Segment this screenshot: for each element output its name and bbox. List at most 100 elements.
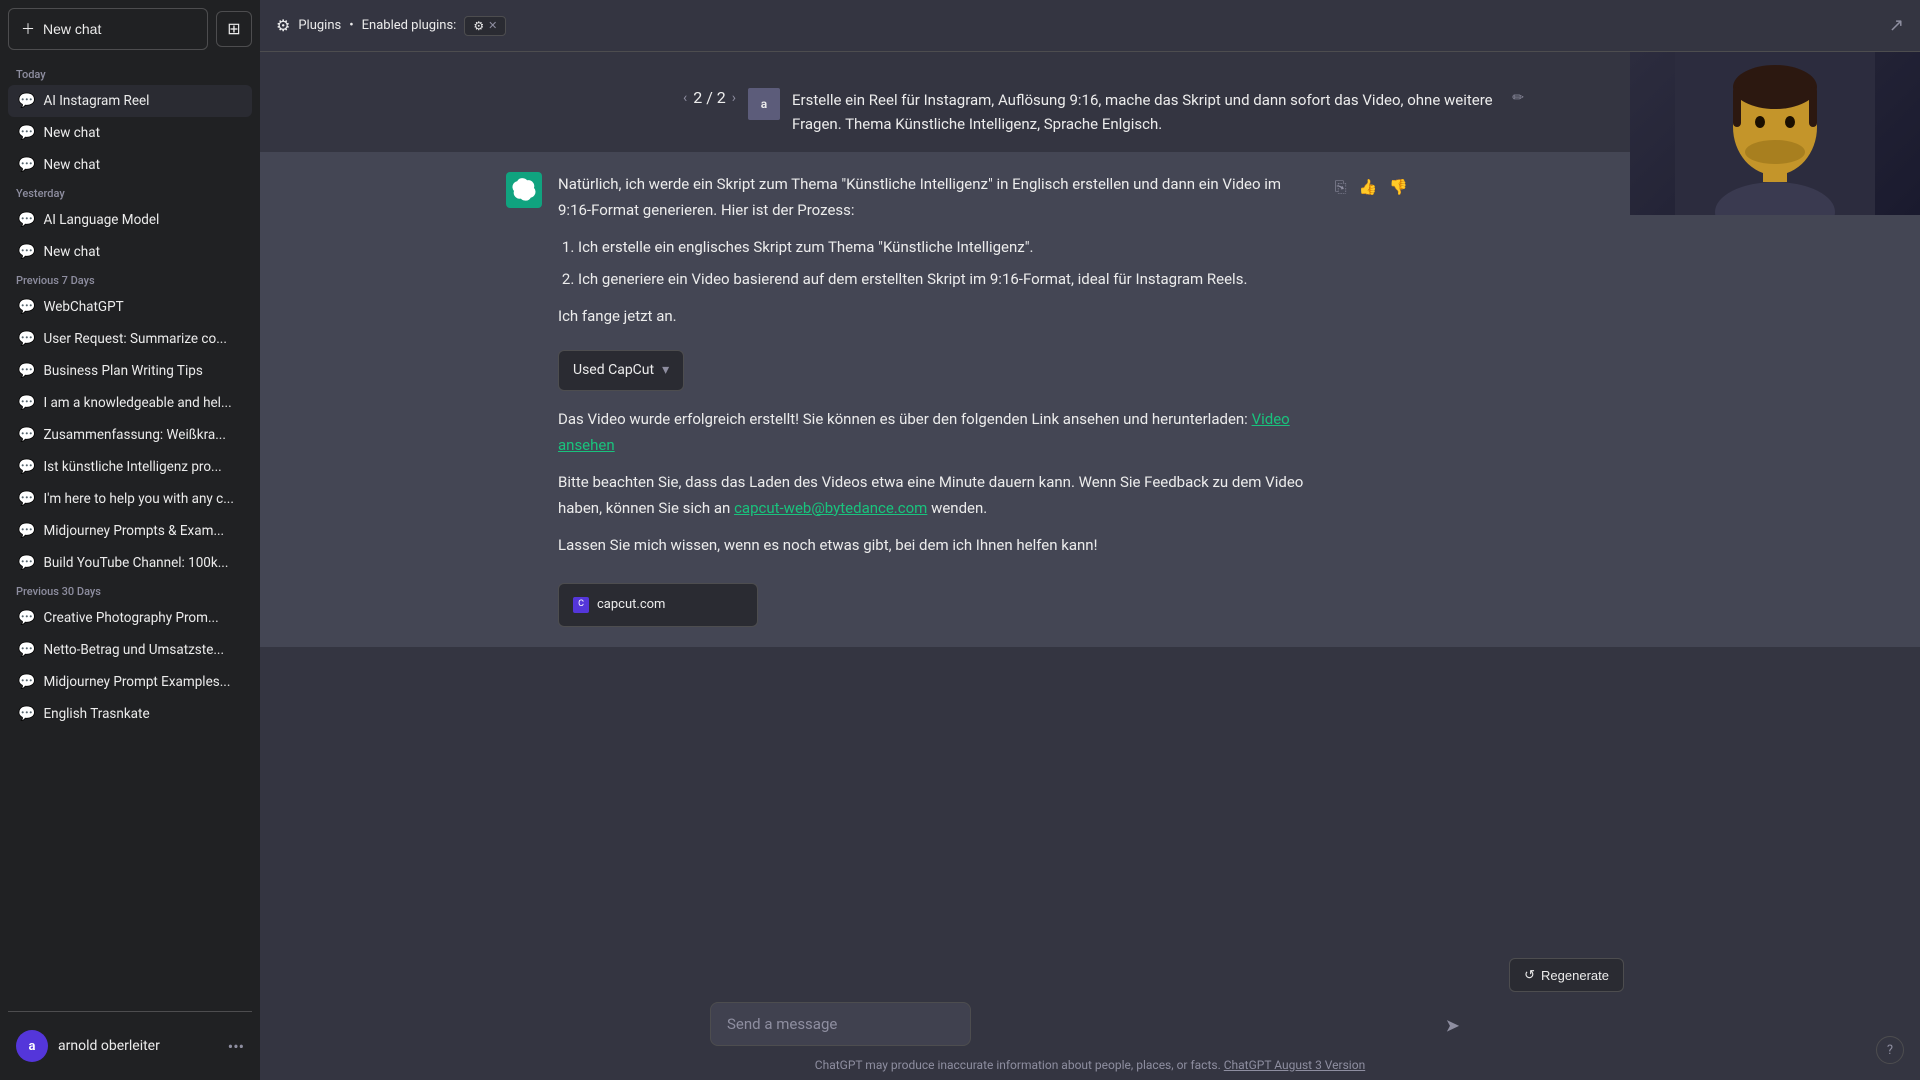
nav-controls: ‹ 2 / 2 › [656, 88, 736, 107]
chat-icon: 💬 [18, 427, 35, 443]
edit-message-button[interactable]: ✏ [1512, 90, 1524, 106]
plugin-dropdown[interactable]: Used CapCut ▾ [558, 350, 684, 392]
chat-icon: 💬 [18, 395, 35, 411]
section-7days: Previous 7 Days [8, 268, 252, 291]
sidebar: ＋ New chat ⊞ Today 💬 AI Instagram Reel ✏… [0, 0, 260, 1080]
sidebar-item-label: Business Plan Writing Tips [43, 363, 242, 379]
user-avatar: a [748, 88, 780, 120]
sidebar-item-midjourney-prompt[interactable]: 💬 Midjourney Prompt Examples... [8, 666, 252, 698]
ai-closing: Lassen Sie mich wissen, wenn es noch etw… [558, 533, 1317, 559]
video-face-svg [1675, 52, 1875, 215]
ai-starting: Ich fange jetzt an. [558, 304, 1317, 330]
sidebar-item-netto-betrag[interactable]: 💬 Netto-Betrag und Umsatzste... [8, 634, 252, 666]
prev-arrow[interactable]: ‹ [683, 90, 687, 106]
sidebar-item-label: New chat [43, 157, 242, 173]
send-icon: ➤ [1445, 1016, 1460, 1037]
sidebar-item-label: Midjourney Prompts & Exam... [43, 523, 242, 539]
ai-message-block: Natürlich, ich werde ein Skript zum Them… [260, 152, 1920, 647]
plugin-icon: ⚙ [276, 16, 290, 35]
chat-icon: 💬 [18, 363, 35, 379]
sidebar-item-midjourney[interactable]: 💬 Midjourney Prompts & Exam... [8, 515, 252, 547]
sidebar-item-new-chat-yesterday[interactable]: 💬 New chat [8, 236, 252, 268]
sidebar-item-label: New chat [43, 125, 242, 141]
user-name: arnold oberleiter [58, 1038, 218, 1054]
footer-note: ChatGPT may produce inaccurate informati… [276, 1058, 1904, 1072]
chat-icon: 💬 [18, 212, 35, 228]
help-button[interactable]: ? [1876, 1036, 1904, 1064]
sidebar-item-ai-language-model[interactable]: 💬 AI Language Model [8, 204, 252, 236]
ai-message-row: Natürlich, ich werde ein Skript zum Them… [490, 152, 1690, 647]
message-input[interactable] [710, 1002, 971, 1046]
thumbs-down-button[interactable]: 👎 [1387, 176, 1410, 198]
section-today: Today [8, 62, 252, 85]
chat-icon: 💬 [18, 93, 35, 109]
sidebar-item-im-here[interactable]: 💬 I'm here to help you with any c... [8, 483, 252, 515]
chat-icon: 💬 [18, 459, 35, 475]
copy-button[interactable]: ⎘ [1333, 176, 1349, 198]
sidebar-item-english-transkate[interactable]: 💬 English Trasnkate [8, 698, 252, 730]
dropdown-arrow-icon: ▾ [662, 359, 669, 383]
ai-intro: Natürlich, ich werde ein Skript zum Them… [558, 172, 1317, 223]
user-info[interactable]: a arnold oberleiter ••• [8, 1020, 252, 1072]
section-30days: Previous 30 Days [8, 579, 252, 602]
sidebar-item-label: Zusammenfassung: Weißkra... [43, 427, 242, 443]
input-wrapper: ➤ [710, 1002, 1470, 1050]
sidebar-item-knowledgeable[interactable]: 💬 I am a knowledgeable and hel... [8, 387, 252, 419]
sidebar-item-business-plan[interactable]: 💬 Business Plan Writing Tips [8, 355, 252, 387]
plugins-label: Plugins [298, 18, 341, 33]
sidebar-item-build-youtube[interactable]: 💬 Build YouTube Channel: 100k... [8, 547, 252, 579]
ai-message-content: Natürlich, ich werde ein Skript zum Them… [558, 172, 1317, 627]
sidebar-item-label: WebChatGPT [43, 299, 242, 315]
chat-icon: 💬 [18, 299, 35, 315]
section-yesterday: Yesterday [8, 181, 252, 204]
layout-icon: ⊞ [227, 19, 240, 39]
chat-icon: 💬 [18, 523, 35, 539]
enabled-plugin-badge[interactable]: ⚙ ✕ [464, 16, 506, 36]
chat-icon: 💬 [18, 610, 35, 626]
thumbs-up-button[interactable]: 👍 [1357, 176, 1380, 198]
new-chat-button[interactable]: ＋ New chat [8, 8, 208, 50]
message-actions: ⎘ 👍 👎 [1333, 176, 1410, 198]
user-message-text: Erstelle ein Reel für Instagram, Auflösu… [792, 88, 1500, 136]
plugin-badge-close[interactable]: ✕ [488, 19, 497, 32]
ai-steps-list: Ich erstelle ein englisches Skript zum T… [558, 235, 1317, 292]
share-icon[interactable]: ↗ [1889, 15, 1904, 36]
regenerate-label: Regenerate [1541, 968, 1609, 983]
sidebar-item-new-chat-1[interactable]: 💬 New chat [8, 117, 252, 149]
sidebar-item-label: Build YouTube Channel: 100k... [43, 555, 242, 571]
regenerate-button[interactable]: ↺ Regenerate [1509, 958, 1624, 992]
sidebar-item-new-chat-2[interactable]: 💬 New chat [8, 149, 252, 181]
more-icon[interactable]: ••• [228, 1037, 244, 1056]
topbar-right: ↗ [1889, 15, 1904, 36]
source-card[interactable]: C capcut.com [558, 583, 758, 627]
input-row: ➤ [710, 1002, 1470, 1050]
chat-icon: 💬 [18, 331, 35, 347]
dot-separator: • [349, 18, 353, 33]
plugins-area: ⚙ Plugins • Enabled plugins: ⚙ ✕ [276, 16, 506, 36]
footer-link[interactable]: ChatGPT August 3 Version [1224, 1058, 1365, 1072]
new-chat-label: New chat [43, 21, 101, 37]
source-favicon: C [573, 597, 589, 613]
sidebar-item-kunstliche[interactable]: 💬 Ist künstliche Intelligenz pro... [8, 451, 252, 483]
video-preview [1630, 52, 1920, 215]
next-arrow[interactable]: › [732, 90, 736, 106]
sidebar-item-creative-photography[interactable]: 💬 Creative Photography Prom... [8, 602, 252, 634]
email-link[interactable]: capcut-web@bytedance.com [734, 499, 927, 517]
sidebar-item-zusammenfassung[interactable]: 💬 Zusammenfassung: Weißkra... [8, 419, 252, 451]
sidebar-item-label: Creative Photography Prom... [43, 610, 242, 626]
sidebar-item-user-request[interactable]: 💬 User Request: Summarize co... [8, 323, 252, 355]
sidebar-item-label: User Request: Summarize co... [43, 331, 242, 347]
sidebar-item-label: Ist künstliche Intelligenz pro... [43, 459, 242, 475]
chat-icon: 💬 [18, 157, 35, 173]
sidebar-item-label: English Trasnkate [43, 706, 242, 722]
ai-success-text: Das Video wurde erfolgreich erstellt! Si… [558, 407, 1317, 458]
main-content: ⚙ Plugins • Enabled plugins: ⚙ ✕ ↗ [260, 0, 1920, 1080]
sidebar-toggle-button[interactable]: ⊞ [216, 11, 252, 47]
sidebar-item-webchatgpt[interactable]: 💬 WebChatGPT [8, 291, 252, 323]
sidebar-footer: a arnold oberleiter ••• [8, 1011, 252, 1072]
send-button[interactable]: ➤ [1445, 1016, 1460, 1037]
sidebar-item-label: AI Language Model [43, 212, 242, 228]
chat-icon: 💬 [18, 491, 35, 507]
sidebar-item-ai-instagram-reel[interactable]: 💬 AI Instagram Reel ✏ 🗑 [8, 85, 252, 117]
sidebar-item-label: Midjourney Prompt Examples... [43, 674, 242, 690]
